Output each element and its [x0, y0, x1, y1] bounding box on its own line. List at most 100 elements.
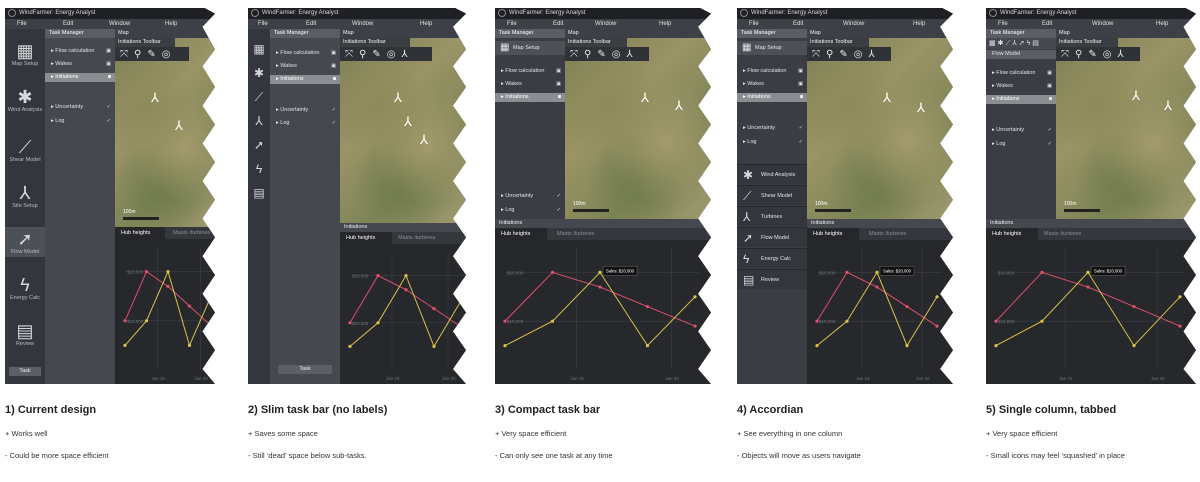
menu-help[interactable]: Help [1156, 19, 1168, 29]
menu-edit[interactable]: Edit [553, 19, 563, 29]
sidebar-item-map-setup[interactable]: ▦ Map Setup [5, 41, 45, 67]
map-icon[interactable]: ▦ [989, 40, 998, 47]
accordion-shear-model[interactable]: ⟋ Shear Model [737, 185, 807, 205]
turbine-marker-icon[interactable]: ⅄ [917, 101, 925, 114]
turbine-marker-icon[interactable]: ⅄ [394, 91, 402, 104]
signal-icon[interactable]: ◎ [387, 49, 396, 60]
turbine-marker-icon[interactable]: ⅄ [641, 91, 649, 104]
sidebar-item-flow-model[interactable]: ➚ Flow Model [5, 227, 45, 257]
search-icon[interactable]: ⚲ [359, 49, 366, 60]
accordion-flow-model[interactable]: ➚ Flow Model [737, 227, 807, 247]
tab-hub-heights[interactable]: Hub heights [807, 228, 859, 240]
menu-file[interactable]: File [998, 19, 1008, 29]
map-view[interactable]: Map Initiations Toolbar ⤧ ⚲ ✎ ◎ ⅄ ⅄ 100m [115, 29, 215, 227]
sidebar-item-energy-calc[interactable]: ϟ [248, 159, 270, 179]
tab-masts-turbines[interactable]: Masts /turbines [863, 228, 923, 240]
turbine-marker-icon[interactable]: ⅄ [404, 115, 412, 128]
map-view[interactable]: Map Initiations Toolbar ⤧ ⚲ ✎ ◎ ⅄ ⅄ ⅄ 100m [1056, 29, 1196, 219]
menu-edit[interactable]: Edit [306, 19, 316, 29]
menu-help[interactable]: Help [659, 19, 671, 29]
turbine-marker-icon[interactable]: ⅄ [1164, 99, 1172, 112]
pencil-icon[interactable]: ✎ [372, 49, 380, 60]
sidebar-item-flow-model[interactable]: ➚ [248, 135, 270, 155]
sidebar-item-site-setup[interactable]: ⅄ Site Setup [5, 183, 45, 209]
menu-file[interactable]: File [749, 19, 759, 29]
map-view[interactable]: Map Initiations Toolbar ⤧ ⚲ ✎ ◎ ⅄ ⅄ ⅄ ⅄ [340, 29, 466, 223]
tab-masts-turbines[interactable]: Masts /turbines [392, 232, 452, 244]
signal-icon[interactable]: ◎ [854, 49, 863, 60]
menu-window[interactable]: Window [843, 19, 864, 29]
sidebar-item-wind-analysis[interactable]: ✱ [248, 63, 270, 83]
task-initiations[interactable]: ▸ Initiations ◙ [270, 75, 340, 84]
menu-window[interactable]: Window [595, 19, 616, 29]
task-uncertainty[interactable]: ▸ Uncertainty ✓ [270, 106, 340, 115]
turbine-tool-icon[interactable]: ⅄ [401, 49, 407, 60]
turbine-marker-icon[interactable]: ⅄ [1132, 89, 1140, 102]
fit-icon[interactable]: ⤧ [120, 49, 128, 60]
task-uncertainty[interactable]: ▸ Uncertainty ✓ [986, 126, 1056, 135]
menu-help[interactable]: Help [913, 19, 925, 29]
sidebar-item-shear-model[interactable]: ⟋ Shear Model [5, 137, 45, 163]
sidebar-item-energy-calc[interactable]: ϟ Energy Calc [5, 275, 45, 301]
signal-icon[interactable]: ◎ [1103, 49, 1112, 60]
task-flow-calculation[interactable]: ▸ Flow calculation ▣ [495, 67, 565, 76]
tab-hub-heights[interactable]: Hub heights [340, 232, 392, 244]
task-initiations[interactable]: ▸ Initiations ◙ [737, 93, 807, 102]
task-log[interactable]: ▸ Log ✓ [270, 119, 340, 128]
search-icon[interactable]: ⚲ [134, 49, 141, 60]
turbine-marker-icon[interactable]: ⅄ [675, 99, 683, 112]
task-log[interactable]: ▸ Log ✓ [986, 140, 1056, 149]
menu-help[interactable]: Help [165, 19, 177, 29]
turbine-marker-icon[interactable]: ⅄ [175, 119, 183, 132]
menu-file[interactable]: File [507, 19, 517, 29]
sidebar-item-shear-model[interactable]: ⟋ [248, 87, 270, 107]
sidebar-item-map-setup[interactable]: ▦ [248, 39, 270, 59]
task-wakes[interactable]: ▸ Wakes ▣ [986, 82, 1056, 91]
task-wakes[interactable]: ▸ Wakes ▣ [737, 80, 807, 89]
tab-masts-turbines[interactable]: Masts /turbines [167, 227, 215, 239]
turbine-marker-icon[interactable]: ⅄ [883, 91, 891, 104]
menu-file[interactable]: File [258, 19, 268, 29]
turbine-tool-icon[interactable]: ⅄ [868, 49, 874, 60]
map-view[interactable]: Map Initiations Toolbar ⤧ ⚲ ✎ ◎ ⅄ ⅄ ⅄ 100m [807, 29, 953, 219]
task-initiations[interactable]: ▸ Initiations ◙ [986, 95, 1056, 104]
map-view[interactable]: Map Initiations Toolbar ⤧ ⚲ ✎ ◎ ⅄ ⅄ ⅄ 100m [565, 29, 711, 219]
accordion-wind-analysis[interactable]: ✱ Wind Analysis [737, 164, 807, 184]
fit-icon[interactable]: ⤧ [812, 49, 820, 60]
accordion-review[interactable]: ▤ Review [737, 269, 807, 289]
pencil-icon[interactable]: ✎ [597, 49, 605, 60]
task-log[interactable]: ▸ Log ✓ [495, 206, 565, 215]
sidebar-item-wind-analysis[interactable]: ✱ Wind Analysis [5, 87, 45, 113]
task-log[interactable]: ▸ Log ✓ [737, 138, 807, 147]
turbine-marker-icon[interactable]: ⅄ [151, 91, 159, 104]
task-flow-calculation[interactable]: ▸ Flow calculation ▣ [986, 69, 1056, 78]
menu-window[interactable]: Window [1092, 19, 1113, 29]
tab-hub-heights[interactable]: Hub heights [115, 227, 165, 239]
menu-window[interactable]: Window [352, 19, 373, 29]
sidebar-item-site-setup[interactable]: ⅄ [248, 111, 270, 131]
task-initiations[interactable]: ▸ Initiations ◙ [495, 93, 565, 102]
search-icon[interactable]: ⚲ [584, 49, 591, 60]
sidebar-item-review[interactable]: ▤ Review [5, 321, 45, 347]
menu-edit[interactable]: Edit [793, 19, 803, 29]
menu-edit[interactable]: Edit [63, 19, 73, 29]
menu-edit[interactable]: Edit [1042, 19, 1052, 29]
flow-arrow-icon[interactable]: ➚ [1019, 40, 1027, 47]
report-icon[interactable]: ▤ [1032, 40, 1041, 47]
task-log[interactable]: ▸ Log ✓ [45, 117, 115, 126]
search-icon[interactable]: ⚲ [1075, 49, 1082, 60]
fit-icon[interactable]: ⤧ [1061, 49, 1069, 60]
task-map-setup[interactable]: ▦ Map Setup [737, 41, 807, 55]
tab-masts-turbines[interactable]: Masts /turbines [551, 228, 611, 240]
task-button[interactable]: Task [9, 367, 41, 376]
task-flow-calculation[interactable]: ▸ Flow calculation ▣ [45, 47, 115, 56]
turbine-tool-icon[interactable]: ⅄ [626, 49, 632, 60]
menu-window[interactable]: Window [109, 19, 130, 29]
task-initiations[interactable]: ▸ Initiations ◙ [45, 73, 115, 82]
search-icon[interactable]: ⚲ [826, 49, 833, 60]
sidebar-item-review[interactable]: ▤ [248, 183, 270, 203]
pencil-icon[interactable]: ✎ [839, 49, 847, 60]
task-uncertainty[interactable]: ▸ Uncertainty ✓ [737, 124, 807, 133]
task-wakes[interactable]: ▸ Wakes ▣ [270, 62, 340, 71]
wind-icon[interactable]: ✱ [998, 40, 1006, 47]
